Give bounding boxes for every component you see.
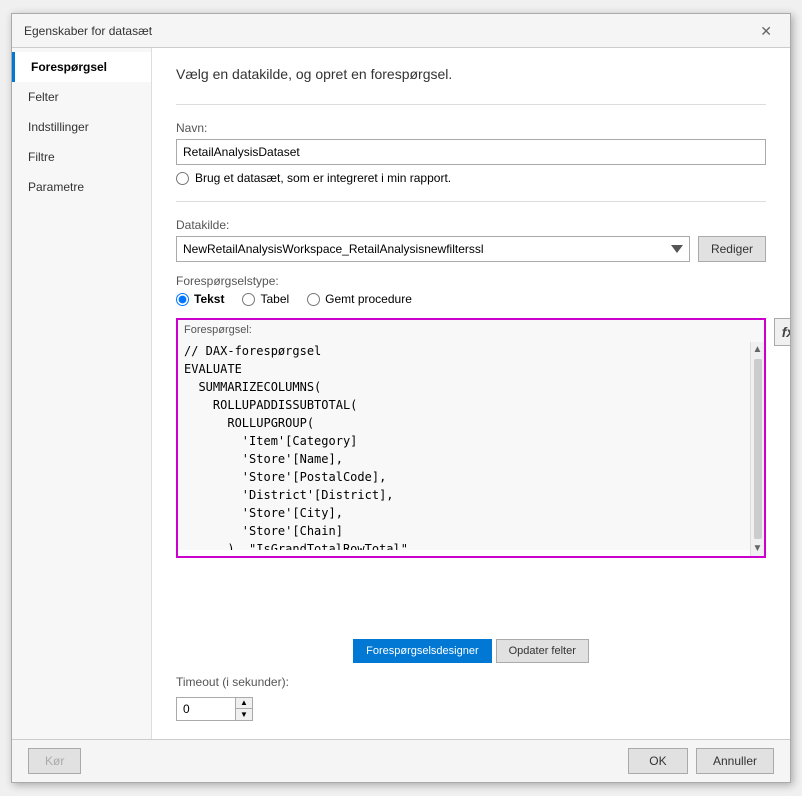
- radio-integrated: Brug et datasæt, som er integreret i min…: [176, 171, 766, 185]
- query-editor-wrapper: Forespørgsel: // DAX-forespørgsel EVALUA…: [176, 318, 766, 558]
- sidebar-item-filtre[interactable]: Filtre: [12, 142, 151, 172]
- radio-gemt[interactable]: [307, 293, 320, 306]
- dialog-title: Egenskaber for datasæt: [24, 24, 152, 38]
- main-content: Vælg en datakilde, og opret en forespørg…: [152, 48, 790, 739]
- query-designer-button[interactable]: Forespørgselsdesigner: [353, 639, 492, 663]
- name-input[interactable]: [176, 139, 766, 165]
- dialog-titlebar: Egenskaber for datasæt ✕: [12, 14, 790, 48]
- run-button[interactable]: Kør: [28, 748, 81, 774]
- timeout-input-row: ▲ ▼: [176, 697, 766, 721]
- datasource-section: Datakilde: NewRetailAnalysisWorkspace_Re…: [176, 218, 766, 262]
- datasource-select[interactable]: NewRetailAnalysisWorkspace_RetailAnalysi…: [176, 236, 690, 262]
- radio-tekst[interactable]: [176, 293, 189, 306]
- timeout-spinner: ▲ ▼: [236, 697, 253, 721]
- scroll-up-arrow[interactable]: ▲: [751, 342, 765, 357]
- dialog-body: Forespørgsel Felter Indstillinger Filtre…: [12, 48, 790, 739]
- radio-integrated-input[interactable]: [176, 172, 189, 185]
- query-editor-textarea[interactable]: // DAX-forespørgsel EVALUATE SUMMARIZECO…: [178, 320, 764, 550]
- cancel-button[interactable]: Annuller: [696, 748, 774, 774]
- update-fields-button[interactable]: Opdater felter: [496, 639, 589, 663]
- timeout-section: Timeout (i sekunder): ▲ ▼: [176, 675, 766, 721]
- sidebar-item-indstillinger[interactable]: Indstillinger: [12, 112, 151, 142]
- separator-2: [176, 201, 766, 202]
- timeout-input[interactable]: [176, 697, 236, 721]
- datasource-row: NewRetailAnalysisWorkspace_RetailAnalysi…: [176, 236, 766, 262]
- close-button[interactable]: ✕: [754, 22, 778, 40]
- sidebar-item-felter[interactable]: Felter: [12, 82, 151, 112]
- sidebar-item-parametre[interactable]: Parametre: [12, 172, 151, 202]
- radio-tabel[interactable]: [242, 293, 255, 306]
- fx-button[interactable]: fx: [774, 318, 790, 346]
- query-type-tekst[interactable]: Tekst: [176, 292, 224, 306]
- timeout-label: Timeout (i sekunder):: [176, 675, 766, 689]
- scroll-down-arrow[interactable]: ▼: [751, 541, 765, 556]
- query-type-label: Forespørgselstype:: [176, 274, 766, 288]
- section-title: Vælg en datakilde, og opret en forespørg…: [176, 66, 766, 82]
- query-editor-container: Forespørgsel: // DAX-forespørgsel EVALUA…: [176, 318, 766, 629]
- name-label: Navn:: [176, 121, 766, 135]
- query-type-tabel[interactable]: Tabel: [242, 292, 289, 306]
- datasource-label: Datakilde:: [176, 218, 766, 232]
- query-type-row: Tekst Tabel Gemt procedure: [176, 292, 766, 306]
- spinner-up-button[interactable]: ▲: [236, 698, 252, 709]
- sidebar: Forespørgsel Felter Indstillinger Filtre…: [12, 48, 152, 739]
- query-actions: Forespørgselsdesigner Opdater felter: [176, 639, 766, 663]
- query-type-section: Forespørgselstype: Tekst Tabel Gemt proc…: [176, 274, 766, 306]
- spinner-down-button[interactable]: ▼: [236, 709, 252, 720]
- ok-button[interactable]: OK: [628, 748, 688, 774]
- name-section: Navn: Brug et datasæt, som er integreret…: [176, 121, 766, 185]
- footer-left-buttons: Kør: [28, 748, 620, 774]
- dataset-properties-dialog: Egenskaber for datasæt ✕ Forespørgsel Fe…: [11, 13, 791, 783]
- scroll-thumb[interactable]: [754, 359, 762, 539]
- scrollbar[interactable]: ▲ ▼: [750, 342, 764, 556]
- radio-integrated-label: Brug et datasæt, som er integreret i min…: [195, 171, 451, 185]
- sidebar-item-forespørgsel[interactable]: Forespørgsel: [12, 52, 151, 82]
- dialog-footer: Kør OK Annuller: [12, 739, 790, 782]
- query-type-gemt[interactable]: Gemt procedure: [307, 292, 412, 306]
- edit-datasource-button[interactable]: Rediger: [698, 236, 766, 262]
- separator-1: [176, 104, 766, 105]
